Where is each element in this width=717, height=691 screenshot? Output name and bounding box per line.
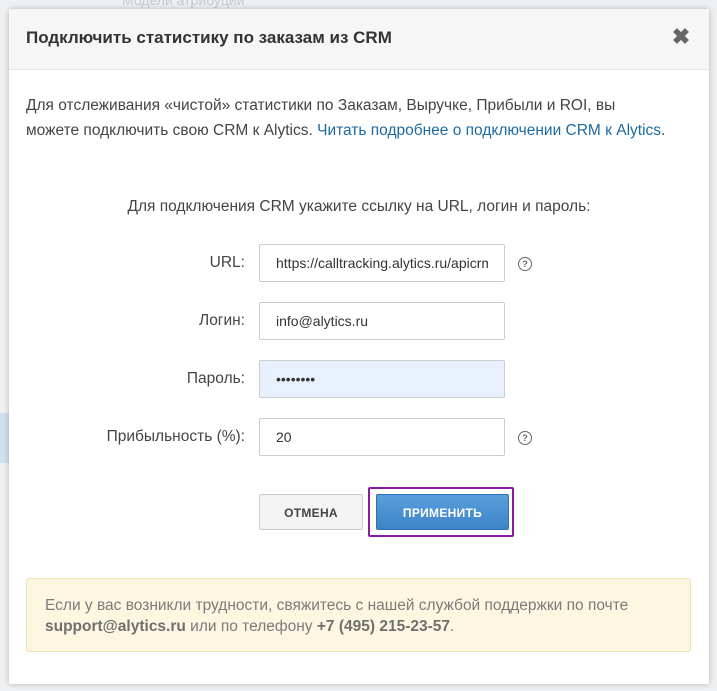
password-row: Пароль:: [9, 360, 709, 400]
url-label: URL:: [209, 254, 245, 271]
profit-label: Прибыльность (%):: [106, 428, 245, 445]
intro-text: Для отслеживания «чистой» статистики по …: [26, 93, 666, 143]
instruction-text: Для подключения CRM укажите ссылку на UR…: [127, 198, 591, 215]
profit-row: Прибыльность (%): ?: [9, 418, 709, 458]
support-notice: Если у вас возникли трудности, свяжитесь…: [26, 578, 691, 652]
notice-end: .: [450, 618, 455, 635]
url-row: URL: ?: [9, 244, 709, 284]
login-label: Логин:: [199, 312, 245, 329]
cancel-button[interactable]: ОТМЕНА: [259, 494, 363, 530]
intro-end: .: [661, 122, 666, 139]
login-row: Логин:: [9, 302, 709, 342]
close-icon[interactable]: ✖: [669, 25, 693, 49]
login-input[interactable]: [259, 302, 505, 340]
apply-button[interactable]: ПРИМЕНИТЬ: [376, 494, 509, 530]
dialog-title: Подключить статистику по заказам из CRM: [26, 28, 392, 47]
help-icon[interactable]: ?: [518, 257, 532, 271]
dialog-header: Подключить статистику по заказам из CRM …: [9, 9, 709, 70]
profit-input[interactable]: [259, 418, 505, 456]
help-icon[interactable]: ?: [518, 431, 532, 445]
notice-text-2: или по телефону: [185, 618, 317, 635]
notice-text: Если у вас возникли трудности, свяжитесь…: [45, 597, 629, 614]
crm-connect-dialog: Подключить статистику по заказам из CRM …: [9, 9, 709, 684]
background-text: Модели атрибуции: [122, 0, 245, 8]
read-more-link[interactable]: Читать подробнее о подключении CRM к Aly…: [317, 122, 661, 139]
url-input[interactable]: [259, 244, 505, 282]
support-email: support@alytics.ru: [45, 618, 186, 635]
password-label: Пароль:: [186, 370, 245, 387]
password-input[interactable]: [259, 360, 505, 398]
support-phone: +7 (495) 215-23-57: [316, 618, 450, 635]
